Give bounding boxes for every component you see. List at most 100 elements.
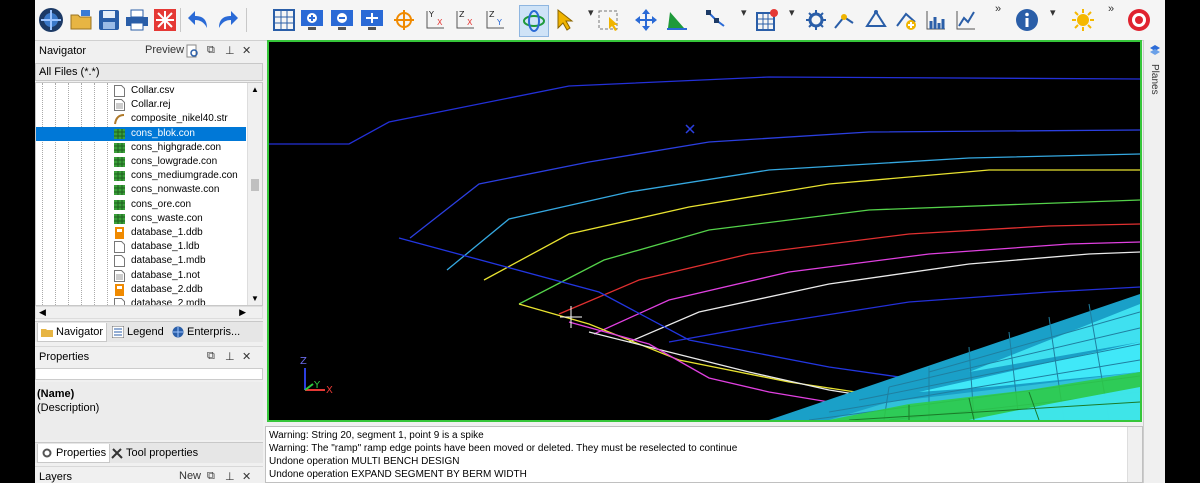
message-log[interactable]: Warning: String 20, segment 1, point 9 i… (265, 426, 1143, 483)
crosshair-icon[interactable] (390, 5, 418, 35)
scroll-left-icon[interactable]: ◀ (39, 307, 46, 318)
sun-icon[interactable] (1069, 5, 1097, 35)
string-dropdown-icon[interactable]: ▾ (741, 6, 747, 19)
message-log-scrollbar[interactable] (1127, 427, 1142, 482)
zoom-in-icon[interactable] (298, 5, 326, 35)
file-item[interactable]: database_2.ddb (36, 283, 246, 297)
float-panel-icon[interactable]: ⧉ (207, 350, 215, 363)
point-tool-icon[interactable] (830, 5, 858, 35)
preview-icon[interactable] (186, 44, 198, 61)
grid-alert-icon[interactable] (753, 5, 781, 35)
redo-icon[interactable] (213, 5, 241, 35)
pin-icon[interactable]: ⊥ (225, 44, 235, 57)
info-icon[interactable] (1013, 5, 1041, 35)
log-message: Warning: String 20, segment 1, point 9 i… (269, 430, 484, 441)
close-icon[interactable]: ✕ (242, 470, 251, 483)
scroll-up-icon[interactable]: ▲ (251, 85, 259, 94)
file-name: composite_nikel40.str (131, 113, 228, 125)
file-item[interactable]: database_1.not (36, 269, 246, 283)
planes-icon[interactable] (1149, 44, 1161, 61)
file-item[interactable]: cons_highgrade.con (36, 141, 246, 155)
tab-navigator[interactable]: Navigator (37, 323, 108, 342)
string-edit-icon[interactable] (702, 5, 730, 35)
globe-icon (172, 326, 184, 338)
file-item[interactable]: composite_nikel40.str (36, 112, 246, 126)
file-tree-vertical-scrollbar[interactable]: ▲ ▼ (247, 83, 262, 305)
new-layer-button[interactable]: New (179, 470, 201, 482)
tab-enterprise[interactable]: Enterpris... (169, 323, 243, 341)
print-icon[interactable] (123, 5, 151, 35)
file-name: cons_mediumgrade.con (131, 170, 238, 182)
save-icon[interactable] (95, 5, 123, 35)
scroll-thumb[interactable] (251, 179, 259, 191)
float-panel-icon[interactable]: ⧉ (207, 44, 215, 57)
pan-icon[interactable] (632, 5, 660, 35)
file-item[interactable]: database_1.ddb (36, 226, 246, 240)
close-icon[interactable]: ✕ (242, 350, 251, 363)
file-item[interactable]: cons_ore.con (36, 198, 246, 212)
select-box-icon[interactable] (595, 5, 623, 35)
zoom-extents-icon[interactable] (358, 5, 386, 35)
file-item[interactable]: cons_nonwaste.con (36, 183, 246, 197)
document-icon (114, 298, 125, 305)
polygon-tool-icon[interactable] (862, 5, 890, 35)
file-item[interactable]: cons_waste.con (36, 212, 246, 226)
svg-text:Y: Y (496, 18, 502, 27)
file-tree[interactable]: Collar.csv Collar.rej composite_nikel40.st… (35, 82, 263, 306)
3d-viewport[interactable]: Z Y X (267, 40, 1142, 422)
properties-tabbar: Properties Tool properties (35, 442, 263, 463)
pin-icon[interactable]: ⊥ (225, 470, 235, 483)
undo-icon[interactable] (185, 5, 213, 35)
svg-text:X: X (467, 18, 473, 27)
file-item[interactable]: database_1.mdb (36, 254, 246, 268)
point-add-icon[interactable] (892, 5, 920, 35)
target-icon[interactable] (1125, 5, 1153, 35)
triangle-icon[interactable] (662, 5, 690, 35)
tab-tool-properties-label: Tool properties (126, 447, 199, 459)
main-toolbar: YX ZX ZY ▾ ▾ ▾ » ▾ » (35, 0, 1165, 41)
view-zx-icon[interactable]: ZX (450, 5, 478, 35)
select-arrow-icon[interactable] (550, 5, 578, 35)
overflow-chevrons-2[interactable]: » (1108, 3, 1114, 15)
chart-tool-icon[interactable] (922, 5, 950, 35)
rotate-icon[interactable] (519, 5, 549, 37)
application-window: YX ZX ZY ▾ ▾ ▾ » ▾ » Navigator Preview ⧉… (35, 0, 1165, 483)
app-logo-icon[interactable] (37, 5, 65, 35)
close-icon[interactable]: ✕ (242, 44, 251, 57)
zoom-out-icon[interactable] (328, 5, 356, 35)
scroll-right-icon[interactable]: ▶ (239, 307, 246, 318)
file-tree-horizontal-scrollbar[interactable]: ◀ ▶ (35, 306, 263, 319)
document-icon (114, 85, 125, 97)
open-folder-icon[interactable] (67, 5, 95, 35)
properties-grid-field[interactable] (35, 368, 263, 380)
file-filter-select[interactable]: All Files (*.*) ⌄ (35, 63, 263, 81)
file-item[interactable]: Collar.csv (36, 84, 246, 98)
float-panel-icon[interactable]: ⧉ (207, 470, 215, 483)
info-dropdown-icon[interactable]: ▾ (1050, 6, 1056, 19)
snowflake-icon[interactable] (151, 5, 179, 35)
pit-design-canvas[interactable]: Z Y X (269, 42, 1140, 420)
scroll-down-icon[interactable]: ▼ (251, 294, 259, 303)
chevron-down-icon[interactable]: ⌄ (39, 65, 258, 76)
profile-tool-icon[interactable] (952, 5, 980, 35)
overflow-chevrons-1[interactable]: » (995, 3, 1001, 15)
select-dropdown-icon[interactable]: ▾ (588, 6, 594, 19)
tab-tool-properties[interactable]: Tool properties (108, 444, 201, 462)
tab-properties[interactable]: Properties (37, 444, 111, 463)
svg-text:Y: Y (428, 10, 434, 19)
grid-dropdown-icon[interactable]: ▾ (789, 6, 795, 19)
planes-tab[interactable]: Planes (1149, 64, 1160, 95)
settings-icon[interactable] (802, 5, 830, 35)
file-item[interactable]: cons_lowgrade.con (36, 155, 246, 169)
pin-icon[interactable]: ⊥ (225, 350, 235, 363)
grid-icon[interactable] (270, 5, 298, 35)
file-item[interactable]: Collar.rej (36, 98, 246, 112)
preview-button[interactable]: Preview (145, 44, 184, 56)
file-item[interactable]: database_2.mdb (36, 297, 246, 305)
view-zy-icon[interactable]: ZY (480, 5, 508, 35)
file-item[interactable]: cons_blok.con (36, 126, 246, 141)
file-item[interactable]: cons_mediumgrade.con (36, 169, 246, 183)
view-yx-icon[interactable]: YX (420, 5, 448, 35)
tab-legend[interactable]: Legend (109, 323, 167, 341)
file-item[interactable]: database_1.ldb (36, 240, 246, 254)
